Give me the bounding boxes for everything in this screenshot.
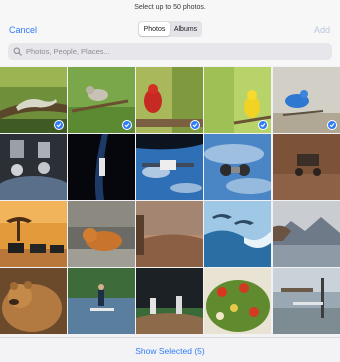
capsule-photo: [204, 134, 271, 200]
selected-checkmark-icon: [54, 120, 64, 130]
photo-thumbnail[interactable]: [136, 268, 203, 334]
astronaut-photo: [0, 134, 67, 200]
selected-checkmark-icon: [258, 120, 268, 130]
photo-thumbnail[interactable]: [136, 67, 203, 133]
tab-albums[interactable]: Albums: [170, 22, 201, 36]
photo-thumbnail[interactable]: [136, 201, 203, 267]
search-placeholder: Photos, People, Places...: [26, 47, 110, 56]
salad-photo: [204, 268, 271, 334]
add-button[interactable]: Add: [314, 25, 330, 35]
tab-photos[interactable]: Photos: [139, 22, 170, 36]
photo-thumbnail[interactable]: [0, 67, 67, 133]
photo-thumbnail[interactable]: [68, 201, 135, 267]
baseball-photo: [136, 268, 203, 334]
spacecraft-earth-photo: [136, 134, 203, 200]
photo-thumbnail[interactable]: [68, 134, 135, 200]
photo-thumbnail[interactable]: [273, 134, 340, 200]
photo-thumbnail[interactable]: [68, 268, 135, 334]
photo-thumbnail[interactable]: [0, 201, 67, 267]
shuttle-photo: [68, 134, 135, 200]
picker-header: Select up to 50 photos. Cancel Photos Al…: [0, 0, 340, 66]
park-photo: [273, 268, 340, 334]
segmented-control: Photos Albums: [138, 21, 202, 37]
photo-grid: [0, 67, 340, 337]
show-selected-button[interactable]: Show Selected (5): [135, 346, 204, 356]
photo-thumbnail[interactable]: [0, 268, 67, 334]
rover-photo: [273, 134, 340, 200]
selection-hint: Select up to 50 photos.: [134, 4, 206, 11]
selected-checkmark-icon: [122, 120, 132, 130]
bottom-toolbar: Show Selected (5): [0, 337, 340, 362]
photo-thumbnail[interactable]: [204, 201, 271, 267]
photo-thumbnail[interactable]: [204, 268, 271, 334]
mountain-lake-photo: [273, 201, 340, 267]
tiger-photo: [68, 201, 135, 267]
bear-photo: [0, 268, 67, 334]
selected-checkmark-icon: [190, 120, 200, 130]
paddleboard-photo: [68, 268, 135, 334]
cancel-button[interactable]: Cancel: [9, 25, 37, 35]
photo-thumbnail[interactable]: [273, 268, 340, 334]
photo-thumbnail[interactable]: [204, 134, 271, 200]
desert-photo: [136, 201, 203, 267]
photo-thumbnail[interactable]: [273, 201, 340, 267]
photo-thumbnail[interactable]: [273, 67, 340, 133]
photo-thumbnail[interactable]: [204, 67, 271, 133]
dolphins-photo: [204, 201, 271, 267]
search-icon: [13, 47, 22, 56]
photo-thumbnail[interactable]: [68, 67, 135, 133]
photo-thumbnail[interactable]: [0, 134, 67, 200]
search-input[interactable]: Photos, People, Places...: [8, 43, 332, 60]
photo-thumbnail[interactable]: [136, 134, 203, 200]
selected-checkmark-icon: [327, 120, 337, 130]
zebras-photo: [0, 201, 67, 267]
